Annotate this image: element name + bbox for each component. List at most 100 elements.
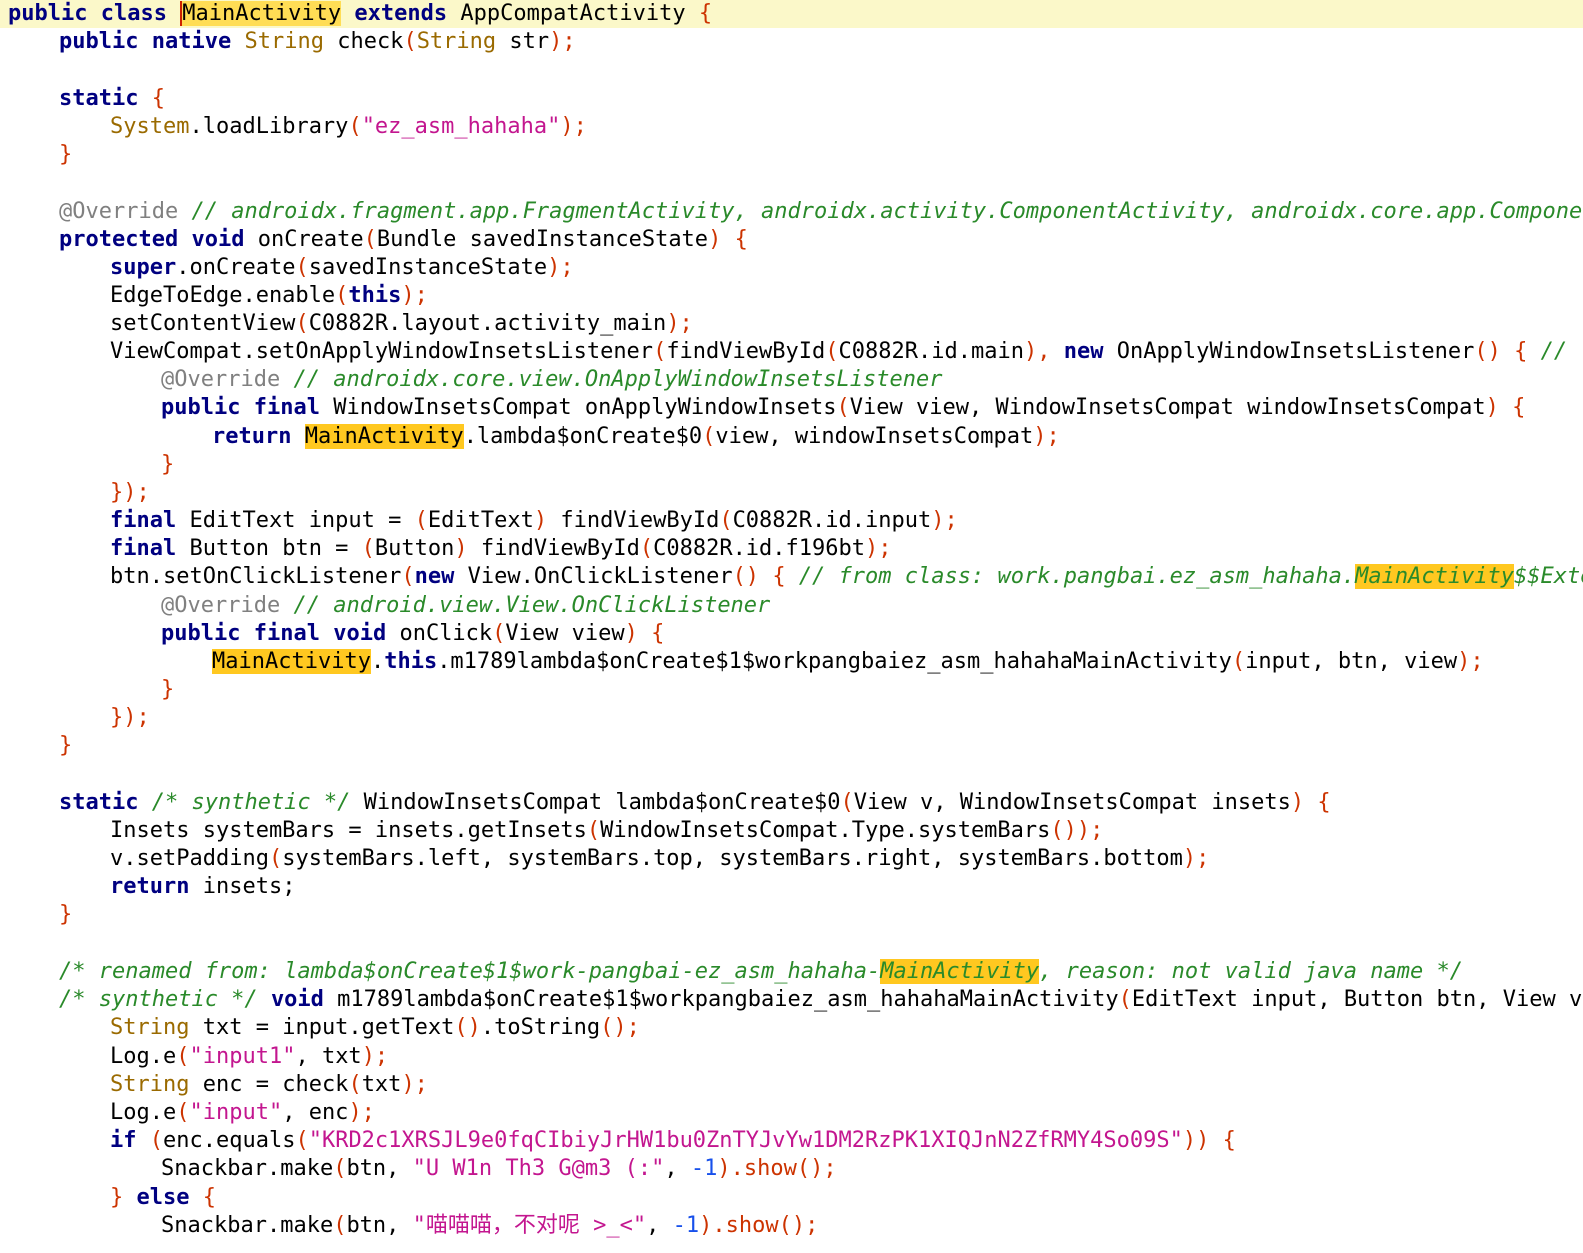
code-line-2[interactable]: public native String check(String str); — [8, 28, 576, 56]
code-line-16[interactable]: }); — [8, 479, 150, 507]
search-highlight[interactable]: MainActivity — [1355, 564, 1515, 589]
code-line-23[interactable]: } — [8, 676, 174, 704]
keyword: if — [110, 1128, 137, 1153]
method-name: onCreate — [257, 227, 364, 252]
method-name: .toString — [480, 1015, 601, 1040]
paren: (); — [796, 1156, 837, 1181]
paren: ) — [624, 621, 638, 646]
code-line-7[interactable]: protected void onCreate(Bundle savedInst… — [8, 226, 748, 254]
paren: )) — [1182, 1128, 1210, 1153]
code-line-24[interactable]: }); — [8, 704, 150, 732]
parameters: View view — [505, 621, 625, 646]
code-line-32[interactable]: /* synthetic */ void m1789lambda$onCreat… — [8, 986, 1583, 1014]
code-line-13[interactable]: public final WindowInsetsCompat onApplyW… — [8, 394, 1525, 422]
identifier: WindowInsetsCompat.Type.systemBars — [600, 818, 1051, 843]
code-line-20[interactable]: @Override // android.view.View.OnClickLi… — [8, 592, 770, 620]
comment: // from class: work.pangbai.ez_asm_hahah… — [798, 564, 1356, 589]
code-line-18[interactable]: final Button btn = (Button) findViewById… — [8, 535, 892, 563]
paren: ( — [653, 339, 667, 364]
code-line-36[interactable]: Log.e("input", enc); — [8, 1099, 375, 1127]
type-name: String — [110, 1015, 190, 1040]
code-line-27[interactable]: Insets systemBars = insets.getInsets(Win… — [8, 817, 1103, 845]
method-name: Snackbar.make — [161, 1156, 334, 1181]
class-name-highlight[interactable]: MainActivity — [180, 1, 342, 26]
code-line-38[interactable]: Snackbar.make(btn, "U W1n Th3 G@m3 (:", … — [8, 1155, 837, 1183]
code-line-25[interactable]: } — [8, 732, 72, 760]
method-name: ).show — [717, 1156, 797, 1181]
arguments: btn, — [346, 1156, 413, 1181]
keyword: protected — [59, 227, 179, 252]
code-line-15[interactable]: } — [8, 451, 174, 479]
paren: ( — [836, 395, 850, 420]
code-line-3[interactable]: static { — [8, 85, 165, 113]
paren: ); — [1033, 424, 1060, 449]
code-line-35[interactable]: String enc = check(txt); — [8, 1071, 428, 1099]
code-line-17[interactable]: final EditText input = (EditText) findVi… — [8, 507, 958, 535]
code-editor[interactable]: public class MainActivity extends AppCom… — [0, 0, 1583, 1253]
brace: { — [1317, 790, 1331, 815]
arguments: input, btn, view — [1245, 649, 1458, 674]
code-line-21[interactable]: public final void onClick(View view) { — [8, 620, 664, 648]
type-name: String — [416, 29, 497, 54]
code-line-8[interactable]: super.onCreate(savedInstanceState); — [8, 254, 574, 282]
brace: } — [161, 452, 175, 477]
code-line-11[interactable]: ViewCompat.setOnApplyWindowInsetsListene… — [8, 338, 1583, 366]
identifier: insets; — [202, 874, 296, 899]
type-name: Button — [374, 536, 455, 561]
search-highlight[interactable]: MainActivity — [304, 424, 464, 449]
code-line-28[interactable]: v.setPadding(systemBars.left, systemBars… — [8, 845, 1209, 873]
keyword: static — [59, 790, 139, 815]
code-line-39[interactable]: } else { — [8, 1184, 216, 1212]
method-name: onClick — [399, 621, 493, 646]
paren: ); — [361, 1044, 389, 1069]
code-line-19[interactable]: btn.setOnClickListener(new View.OnClickL… — [8, 563, 1583, 591]
keyword: public — [161, 621, 241, 646]
search-highlight[interactable]: MainActivity — [212, 649, 371, 674]
code-line-14[interactable]: return MainActivity.lambda$onCreate$0(vi… — [8, 423, 1060, 451]
method-name: findViewById — [547, 508, 720, 533]
paren: ); — [865, 536, 892, 561]
keyword: public — [161, 395, 241, 420]
code-line-1[interactable]: public class MainActivity extends AppCom… — [0, 0, 1583, 28]
keyword: public — [59, 29, 139, 54]
code-line-6[interactable]: @Override // androidx.fragment.app.Fragm… — [8, 198, 1583, 226]
paren: ( — [268, 846, 283, 871]
statement: Insets systemBars = insets.getInsets — [110, 818, 587, 843]
code-line-29[interactable]: return insets; — [8, 873, 295, 901]
code-line-4[interactable]: System.loadLibrary("ez_asm_hahaha"); — [8, 113, 587, 141]
search-highlight[interactable]: MainActivity — [880, 959, 1040, 984]
code-line-33[interactable]: String txt = input.getText().toString(); — [8, 1014, 640, 1042]
method-name: ViewCompat.setOnApplyWindowInsetsListene… — [110, 339, 654, 364]
code-line-5[interactable]: } — [8, 141, 72, 169]
paren: ) — [1290, 790, 1305, 815]
paren: ( — [348, 114, 362, 139]
paren: ( — [1118, 987, 1132, 1012]
parameters: Bundle savedInstanceState — [376, 227, 709, 252]
keyword: return — [212, 424, 292, 449]
comment: $$ExternalSyntheticLambda1 — [1514, 564, 1583, 589]
keyword: final — [253, 395, 320, 420]
method-name: EdgeToEdge.enable — [110, 283, 336, 308]
code-line-30[interactable]: } — [8, 901, 72, 929]
paren: ( — [333, 1213, 347, 1238]
brace: { — [698, 1, 713, 26]
paren: ); — [549, 29, 576, 54]
code-line-37[interactable]: if (enc.equals("KRD2c1XRSJL9e0fqCIbiyJrH… — [8, 1127, 1236, 1155]
code-line-40[interactable]: Snackbar.make(btn, "喵喵喵，不对呢 >_<", -1).sh… — [8, 1212, 818, 1240]
paren: ( — [414, 508, 428, 533]
paren: ); — [931, 508, 958, 533]
method-name: v.setPadding — [110, 846, 269, 871]
brace: { — [651, 621, 665, 646]
code-line-31[interactable]: /* renamed from: lambda$onCreate$1$work-… — [8, 958, 1463, 986]
paren: ( — [840, 790, 854, 815]
code-line-12[interactable]: @Override // androidx.core.view.OnApplyW… — [8, 366, 942, 394]
code-line-22[interactable]: MainActivity.this.m1789lambda$onCreate$1… — [8, 648, 1484, 676]
code-line-26[interactable]: static /* synthetic */ WindowInsetsCompa… — [8, 789, 1331, 817]
paren: ); — [547, 255, 574, 280]
string-literal: "input" — [189, 1100, 283, 1125]
code-line-9[interactable]: EdgeToEdge.enable(this); — [8, 282, 428, 310]
code-line-34[interactable]: Log.e("input1", txt); — [8, 1043, 388, 1071]
paren: ) — [533, 508, 548, 533]
paren: ) — [1485, 395, 1499, 420]
code-line-10[interactable]: setContentView(C0882R.layout.activity_ma… — [8, 310, 693, 338]
